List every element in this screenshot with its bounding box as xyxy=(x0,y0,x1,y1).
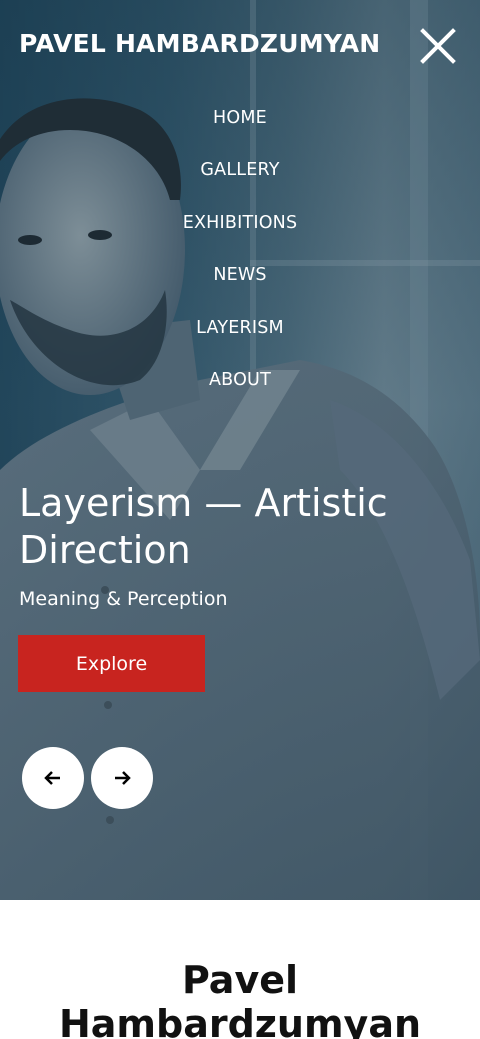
hero-slider: PAVEL HAMBARDZUMYAN HOME GALLERY EXHIBIT… xyxy=(0,0,480,900)
nav-link-exhibitions[interactable]: EXHIBITIONS xyxy=(183,209,298,233)
nav-link-layerism[interactable]: LAYERISM xyxy=(196,314,284,338)
arrow-right-icon xyxy=(115,771,131,785)
close-icon xyxy=(420,28,456,64)
nav-item-gallery: GALLERY xyxy=(0,156,480,208)
nav-link-about[interactable]: ABOUT xyxy=(209,366,271,390)
nav-item-news: NEWS xyxy=(0,261,480,313)
nav-item-layerism: LAYERISM xyxy=(0,314,480,366)
slider-next-button[interactable] xyxy=(91,747,153,809)
main-nav: HOME GALLERY EXHIBITIONS NEWS LAYERISM A… xyxy=(0,104,480,418)
hero-title: Layerism — Artistic Direction xyxy=(19,481,388,572)
slider-prev-button[interactable] xyxy=(22,747,84,809)
explore-button[interactable]: Explore xyxy=(18,635,205,692)
nav-link-home[interactable]: HOME xyxy=(213,104,267,128)
about-title: Pavel Hambardzumyan xyxy=(58,958,422,1039)
page: PAVEL HAMBARDZUMYAN HOME GALLERY EXHIBIT… xyxy=(0,0,480,1039)
hero-subtitle: Meaning & Perception xyxy=(19,588,228,610)
site-brand[interactable]: PAVEL HAMBARDZUMYAN xyxy=(19,29,399,58)
nav-item-home: HOME xyxy=(0,104,480,156)
close-menu-button[interactable] xyxy=(418,26,458,66)
arrow-left-icon xyxy=(44,771,60,785)
nav-item-exhibitions: EXHIBITIONS xyxy=(0,209,480,261)
nav-item-about: ABOUT xyxy=(0,366,480,418)
nav-link-news[interactable]: NEWS xyxy=(213,261,266,285)
nav-link-gallery[interactable]: GALLERY xyxy=(200,156,279,180)
